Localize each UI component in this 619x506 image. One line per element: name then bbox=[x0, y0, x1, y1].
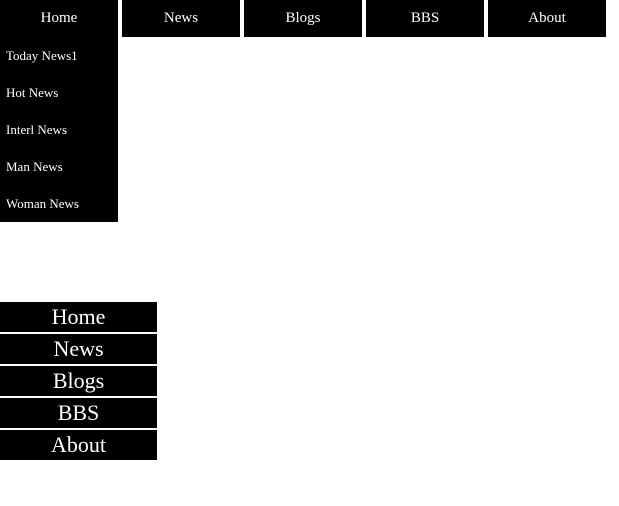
submenu-man-news[interactable]: Man News bbox=[0, 148, 118, 185]
bottom-nav-bbs[interactable]: BBS bbox=[0, 398, 157, 428]
submenu-hot-news[interactable]: Hot News bbox=[0, 74, 118, 111]
nav-blogs[interactable]: Blogs bbox=[244, 0, 362, 37]
news-submenu: Today News1 Hot News Interl News Man New… bbox=[0, 37, 118, 222]
submenu-today-news1[interactable]: Today News1 bbox=[0, 37, 118, 74]
submenu-woman-news[interactable]: Woman News bbox=[0, 185, 118, 222]
bottom-nav-about[interactable]: About bbox=[0, 430, 157, 460]
nav-bbs[interactable]: BBS bbox=[366, 0, 484, 37]
bottom-nav-news[interactable]: News bbox=[0, 334, 157, 364]
spacer bbox=[0, 222, 619, 302]
nav-news[interactable]: News bbox=[122, 0, 240, 37]
nav-about[interactable]: About bbox=[488, 0, 606, 37]
top-nav: Home News Blogs BBS About bbox=[0, 0, 619, 37]
bottom-nav: Home News Blogs BBS About bbox=[0, 302, 157, 460]
nav-home[interactable]: Home bbox=[0, 0, 118, 37]
submenu-interl-news[interactable]: Interl News bbox=[0, 111, 118, 148]
bottom-nav-blogs[interactable]: Blogs bbox=[0, 366, 157, 396]
bottom-nav-home[interactable]: Home bbox=[0, 302, 157, 332]
